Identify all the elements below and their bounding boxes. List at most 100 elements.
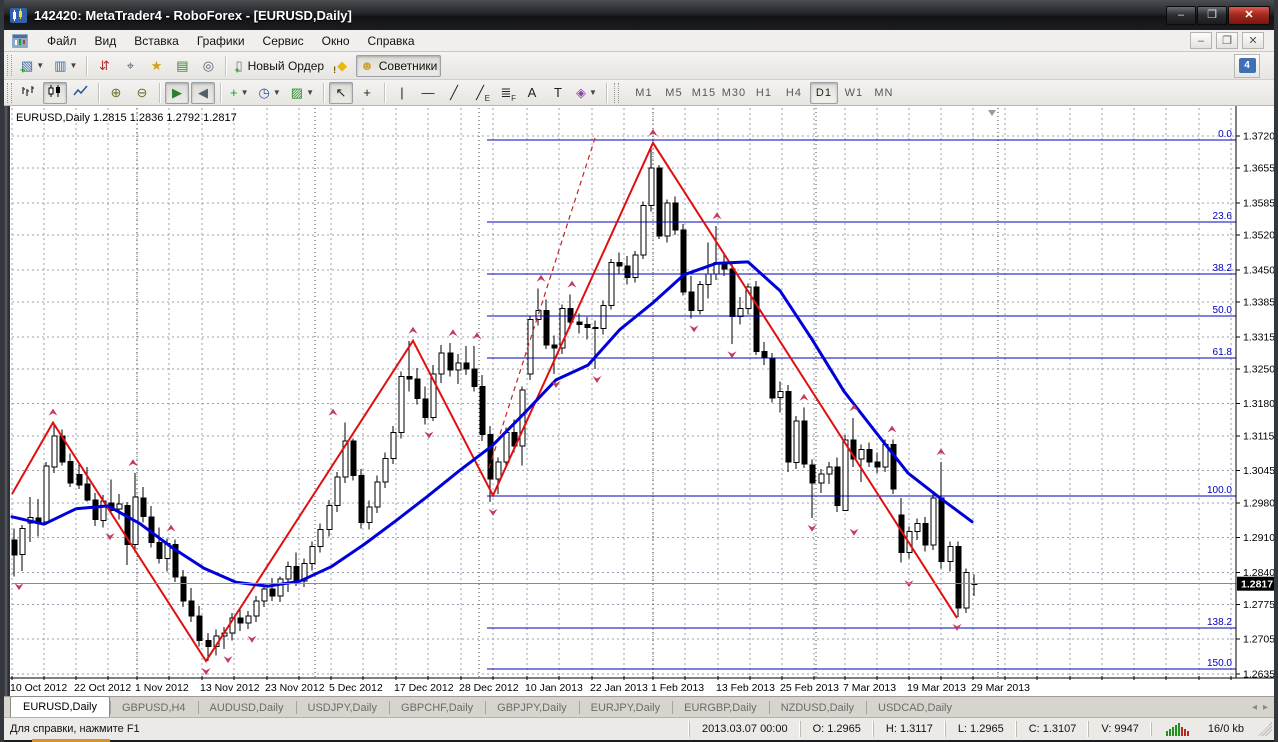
auto-scroll-icon: ▶: [172, 84, 182, 100]
community-notifications-icon[interactable]: 4: [1234, 53, 1260, 78]
svg-text:138.2: 138.2: [1207, 617, 1232, 628]
line-chart-button[interactable]: [69, 82, 93, 104]
app-icon: [10, 7, 27, 23]
timeframe-button-D1[interactable]: D1: [809, 81, 838, 104]
equidistant-channel-icon: ╱: [476, 84, 484, 100]
horizontal-line-icon: —: [421, 85, 435, 100]
chart-shift-button[interactable]: ◀: [191, 81, 215, 104]
chevron-down-icon[interactable]: ▼: [241, 88, 249, 97]
data-window-button[interactable]: ⌖: [118, 55, 142, 77]
svg-text:22 Oct 2012: 22 Oct 2012: [74, 682, 131, 694]
timeframe-grip[interactable]: [613, 82, 619, 103]
timeframe-button-W1[interactable]: W1: [840, 82, 868, 104]
menu-item-Вставка[interactable]: Вставка: [125, 32, 188, 50]
svg-text:1.3520: 1.3520: [1243, 230, 1274, 242]
cursor-button[interactable]: ↖: [329, 81, 353, 104]
horizontal-line-button[interactable]: —: [416, 82, 440, 104]
chevron-down-icon[interactable]: ▼: [36, 61, 44, 70]
chart-tab-EURGBP[interactable]: EURGBP,Daily: [672, 698, 769, 717]
strategy-tester-button[interactable]: ◎: [196, 55, 220, 77]
chart-tab-USDJPY[interactable]: USDJPY,Daily: [295, 698, 390, 717]
timeframe-button-M15[interactable]: M15: [690, 82, 718, 104]
tab-scroll-right-icon[interactable]: ▸: [1263, 702, 1268, 713]
svg-text:1.2635: 1.2635: [1243, 668, 1274, 680]
toolbar-divider: [159, 82, 160, 103]
equidistant-channel-button[interactable]: ╱ E: [468, 82, 492, 104]
chart-tab-GBPUSD[interactable]: GBPUSD,H4: [109, 698, 198, 717]
svg-text:10 Jan 2013: 10 Jan 2013: [525, 682, 583, 694]
chevron-down-icon[interactable]: ▼: [306, 88, 314, 97]
data-window-icon: ⌖: [126, 57, 135, 73]
status-segment-4: C: 1.3107: [1015, 721, 1089, 737]
new-order-button-label: Новый Ордер: [247, 58, 325, 73]
templates-button[interactable]: ▨ ▼: [287, 82, 318, 104]
new-chart-button[interactable]: ▧ + ▼: [17, 55, 48, 77]
indicators-button[interactable]: + ▼: [226, 82, 253, 104]
fibonacci-button[interactable]: ≣ F: [494, 82, 518, 104]
profiles-button[interactable]: ▥ ▼: [50, 55, 81, 77]
new-order-button[interactable]: ▯ + Новый Ордер: [231, 55, 328, 77]
arrows-button[interactable]: ◈ ▼: [572, 82, 601, 104]
chevron-down-icon[interactable]: ▼: [589, 88, 597, 97]
menu-item-Сервис[interactable]: Сервис: [254, 32, 313, 50]
chart-tab-GBPJPY[interactable]: GBPJPY,Daily: [485, 698, 579, 717]
window-close-button[interactable]: ✕: [1228, 5, 1270, 25]
expert-advisors-button[interactable]: ☻ Советники: [356, 54, 442, 77]
svg-text:29 Mar 2013: 29 Mar 2013: [971, 682, 1030, 694]
bar-chart-button[interactable]: [17, 82, 41, 104]
auto-scroll-button[interactable]: ▶: [165, 81, 189, 104]
trendline-button[interactable]: ╱: [442, 82, 466, 104]
tab-scroll-left-icon[interactable]: ◂: [1252, 702, 1257, 713]
chart-tab-AUDUSD[interactable]: AUDUSD,Daily: [197, 698, 296, 717]
chart-tab-EURJPY[interactable]: EURJPY,Daily: [578, 698, 673, 717]
timeframe-button-MN[interactable]: MN: [870, 82, 898, 104]
terminal-button[interactable]: ▤: [170, 55, 194, 77]
chart-tab-USDCAD[interactable]: USDCAD,Daily: [866, 698, 964, 717]
timeframe-button-M30[interactable]: M30: [720, 82, 748, 104]
chart-tab-GBPCHF[interactable]: GBPCHF,Daily: [389, 698, 485, 717]
chevron-down-icon[interactable]: ▼: [70, 61, 78, 70]
timeframe-button-M1[interactable]: M1: [630, 82, 658, 104]
ohlc-info-line: EURUSD,Daily 1.2815 1.2836 1.2792 1.2817: [16, 112, 237, 124]
text-button[interactable]: A: [520, 82, 544, 104]
text-label-button[interactable]: T: [546, 82, 570, 104]
menu-item-Графики[interactable]: Графики: [188, 32, 254, 50]
timeframe-button-M5[interactable]: M5: [660, 82, 688, 104]
svg-text:7 Mar 2013: 7 Mar 2013: [843, 682, 896, 694]
chart-tab-NZDUSD[interactable]: NZDUSD,Daily: [768, 698, 866, 717]
window-title: 142420: MetaTrader4 - RoboForex - [EURUS…: [34, 7, 352, 23]
timeframe-button-H4[interactable]: H4: [780, 82, 808, 104]
toolbar-grip[interactable]: [7, 54, 12, 77]
chart-restore-button[interactable]: ❐: [1216, 32, 1238, 49]
navigator-icon: ★: [150, 57, 163, 73]
market-watch-button[interactable]: ⇵: [92, 55, 116, 77]
status-bar: Для справки, нажмите F1 2013.03.07 00:00…: [4, 717, 1274, 740]
menu-item-Справка[interactable]: Справка: [359, 32, 424, 50]
window-minimize-button[interactable]: –: [1166, 5, 1196, 25]
periods-button[interactable]: ◷ ▼: [255, 82, 285, 104]
zoom-in-button[interactable]: ⊕: [104, 82, 128, 104]
menu-item-Вид[interactable]: Вид: [86, 32, 126, 50]
crosshair-button[interactable]: +: [355, 82, 379, 104]
chevron-down-icon[interactable]: ▼: [273, 88, 281, 97]
svg-text:25 Feb 2013: 25 Feb 2013: [780, 682, 839, 694]
navigator-button[interactable]: ★: [144, 55, 168, 77]
price-chart[interactable]: 0.0 23.6 38.2 50.0 61.8 100.0 138.2 150.0 1.3720…: [4, 106, 1274, 696]
candlestick-chart-button[interactable]: [43, 81, 67, 104]
expert-advisors-icon: ☻: [360, 58, 374, 73]
menu-item-Файл[interactable]: Файл: [38, 32, 86, 50]
autotrading-alert-icon[interactable]: ◆!: [330, 55, 354, 77]
toolbar-grip-2[interactable]: [7, 82, 12, 103]
resize-grip[interactable]: [1258, 722, 1272, 736]
chart-tab-EURUSD[interactable]: EURUSD,Daily: [10, 696, 110, 717]
vertical-line-button[interactable]: |: [390, 82, 414, 104]
status-segment-2: H: 1.3117: [872, 721, 945, 737]
menu-item-Окно[interactable]: Окно: [313, 32, 359, 50]
profiles-icon: ▥: [54, 57, 67, 73]
chart-close-button[interactable]: ✕: [1242, 32, 1264, 49]
zoom-out-button[interactable]: ⊖: [130, 82, 154, 104]
chart-minimize-button[interactable]: –: [1190, 32, 1212, 49]
window-maximize-button[interactable]: ❐: [1197, 5, 1227, 25]
timeframe-button-H1[interactable]: H1: [750, 82, 778, 104]
svg-text:5 Dec 2012: 5 Dec 2012: [329, 682, 383, 694]
